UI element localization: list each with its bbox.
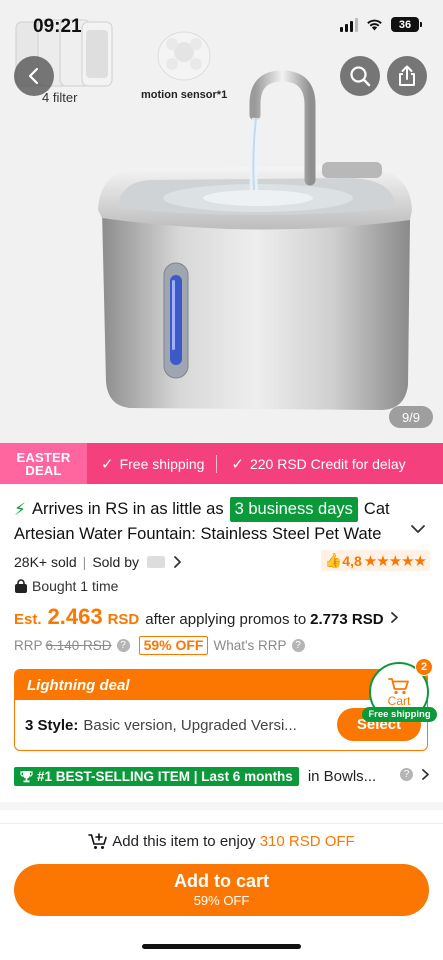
chevron-right-icon[interactable] [173,555,182,569]
product-page: 09:21 36 4 filter motion sensor*1 9/9 EA… [0,0,443,960]
best-selling-row[interactable]: #1 BEST-SELLING ITEM | Last 6 months in … [14,765,430,787]
rrp-value: 6.140 RSD [45,638,112,653]
cart-label: Cart [387,693,411,708]
price-row[interactable]: Est. 2.463 RSD after applying promos to … [14,604,399,630]
best-selling-badge: #1 BEST-SELLING ITEM | Last 6 months [14,766,299,786]
after-promos-text: after applying promos to [145,611,307,628]
sold-count: 28K+ sold [14,554,77,570]
product-title-block[interactable]: ⚡ Arrives in RS in as little as 3 busine… [14,497,426,547]
help-icon[interactable]: ? [291,639,305,652]
signal-icon [340,17,358,32]
wifi-icon [367,19,382,31]
back-button[interactable] [14,56,54,96]
help-icon[interactable]: ? [116,639,130,652]
price-amount: 2.463 [47,604,103,629]
lightning-icon: ⚡ [14,500,26,519]
rrp-row: RRP 6.140 RSD ? 59% OFF What's RRP ? [14,636,305,655]
lock-bag-icon [15,578,27,593]
style-label: 3 Style: [25,716,79,734]
cart-plus-icon [88,833,108,849]
product-fountain-image [98,70,412,410]
add-item-promo: Add this item to enjoy 310 RSD OFF [0,823,443,859]
share-button[interactable] [387,56,427,96]
check-icon: ✓ [231,455,244,473]
delay-credit-perk: ✓ 220 RSD Credit for delay [231,455,406,473]
divider [216,454,218,473]
sold-row: 28K+ sold | Sold by 👍 4,8 ★★★★★ [14,550,430,572]
chevron-right-icon [390,612,398,623]
rrp-label: RRP [14,638,43,653]
price-currency: RSD [107,611,140,628]
back-arrow-icon [28,67,39,85]
help-icon[interactable]: ? [400,768,413,781]
arrival-text: Arrives in RS in as little as [31,500,224,518]
share-icon [399,65,415,86]
easter-promo-strip[interactable]: EASTER DEAL ✓ Free shipping ✓ 220 RSD Cr… [0,443,443,484]
seller-logo[interactable] [147,556,166,568]
add-to-cart-button[interactable]: Add to cart 59% OFF [14,864,429,916]
product-title: Artesian Water Fountain: Stainless Steel… [14,525,382,543]
bought-info: Bought 1 time [14,578,118,594]
discount-badge: 59% OFF [138,636,209,655]
battery-icon: 36 [391,17,422,32]
cart-free-shipping-pill: Free shipping [362,707,437,722]
add-to-cart-label: Add to cart [173,871,269,891]
style-options: Basic version, Upgraded Versi... [83,716,297,734]
deal-title: Lightning deal [15,670,427,700]
add-to-cart-discount: 59% OFF [193,893,250,908]
promo-amount: 310 RSD OFF [259,833,355,850]
chevron-down-icon[interactable] [410,524,426,534]
rating-value: 4,8 [342,552,362,569]
status-time: 09:21 [33,16,82,37]
chevron-right-icon[interactable] [421,768,430,781]
final-price: 2.773 RSD [310,611,384,628]
best-selling-actions: ? [395,768,430,781]
section-divider [0,802,443,810]
status-bar: 09:21 36 [0,0,443,50]
search-icon [350,66,371,87]
home-indicator[interactable] [142,944,301,949]
best-selling-category: in Bowls... [307,767,377,785]
rating-badge[interactable]: 👍 4,8 ★★★★★ [320,550,430,571]
trophy-icon [20,770,33,782]
delivery-days-badge: 3 business days [229,497,358,522]
cart-count-badge: 2 [415,658,433,676]
free-shipping-perk: ✓ Free shipping [101,455,205,473]
cart-icon [388,677,409,694]
search-button[interactable] [340,56,380,96]
image-counter: 9/9 [389,406,433,428]
status-icons: 36 [340,17,422,32]
arrival-line: ⚡ Arrives in RS in as little as 3 busine… [14,497,426,522]
star-rating: ★★★★★ [363,552,427,570]
check-icon: ✓ [101,455,114,473]
sold-by-label[interactable]: Sold by [92,554,139,570]
whats-rrp-link[interactable]: What's RRP [213,638,286,653]
est-label: Est. [14,611,42,628]
easter-deal-label: EASTER DEAL [0,443,87,484]
title-line: Artesian Water Fountain: Stainless Steel… [14,522,426,547]
thumbs-up-icon: 👍 [324,552,343,568]
product-title-start: Cat [363,500,390,518]
